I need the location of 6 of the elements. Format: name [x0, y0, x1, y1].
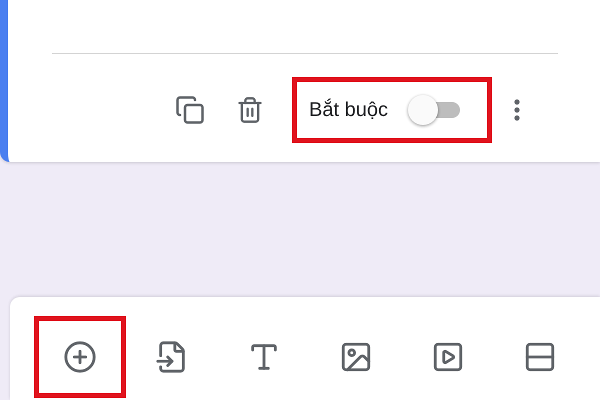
copy-icon	[175, 95, 205, 125]
trash-icon	[236, 96, 264, 124]
required-label: Bắt buộc	[309, 98, 388, 122]
add-icon	[63, 340, 97, 374]
more-icon	[514, 99, 520, 121]
add-button[interactable]	[34, 316, 126, 398]
